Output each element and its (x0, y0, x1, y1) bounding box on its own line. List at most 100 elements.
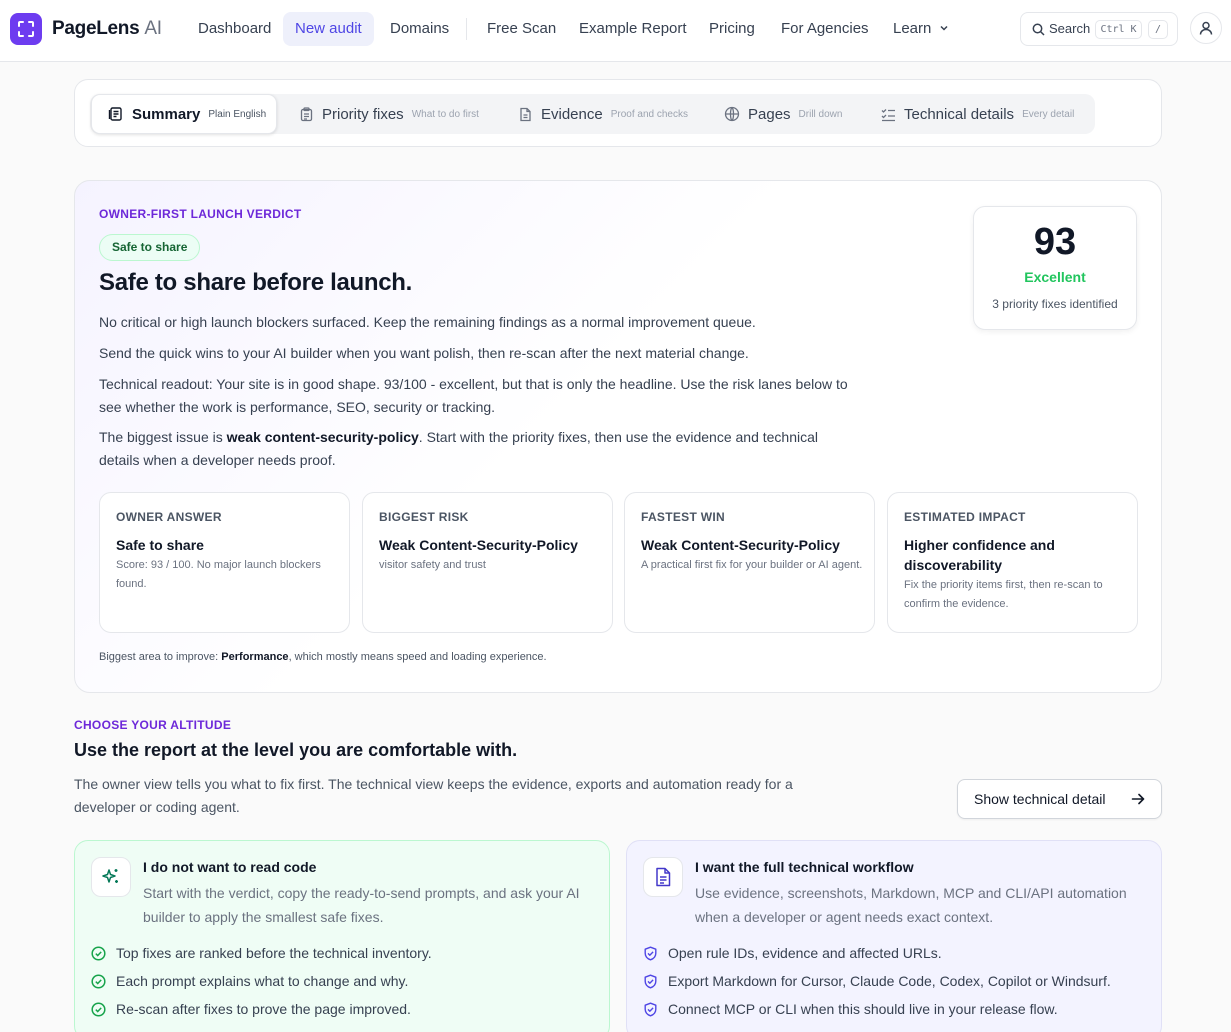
file-icon (520, 107, 531, 121)
tab-priority-fixes[interactable]: Priority fixes What to do first (299, 94, 479, 134)
list-item: Open rule IDs, evidence and affected URL… (643, 945, 942, 961)
area-after: , which mostly means speed and loading e… (288, 651, 547, 663)
tab-technical-details-sub: Every detail (1022, 108, 1075, 120)
brand-suffix: AI (144, 18, 162, 39)
no-code-option-title: I do not want to read code (143, 859, 317, 875)
nav-example-report[interactable]: Example Report (579, 12, 687, 46)
score-value: 93 (1033, 221, 1077, 263)
biggest-risk-eyebrow: BIGGEST RISK (379, 510, 469, 524)
technical-option-title: I want the full technical workflow (695, 859, 914, 875)
nav-new-audit[interactable]: New audit (283, 12, 374, 46)
report-tabs-card: Summary Plain English Priority fixes Wha… (74, 79, 1162, 147)
score-grade: Excellent (1024, 269, 1086, 285)
show-technical-detail-label: Show technical detail (974, 791, 1106, 807)
tab-evidence-label: Evidence (541, 105, 603, 123)
logo-icon[interactable] (10, 13, 42, 45)
summary-icon (108, 107, 122, 121)
search-button[interactable]: Search Ctrl K / (1020, 12, 1178, 46)
fastest-win-title: Weak Content-Security-Policy (641, 537, 840, 553)
owner-answer-text: Score: 93 / 100. No major launch blocker… (116, 559, 321, 590)
brand-name[interactable]: PageLens AI (52, 18, 162, 40)
shield-check-icon (644, 946, 657, 960)
altitude-eyebrow: CHOOSE YOUR ALTITUDE (74, 718, 232, 732)
score-note: 3 priority fixes identified (992, 297, 1118, 311)
nav-pricing[interactable]: Pricing (709, 12, 755, 46)
tab-evidence[interactable]: Evidence Proof and checks (518, 94, 688, 134)
biggest-area-note: Biggest area to improve: Performance, wh… (99, 651, 547, 663)
biggest-issue: weak content-security-policy (226, 429, 419, 445)
estimated-impact-card: ESTIMATED IMPACT Higher confidence and d… (887, 492, 1138, 633)
search-shortcut: Ctrl K (1095, 20, 1142, 39)
no-code-option-card[interactable]: I do not want to read code Start with th… (74, 840, 610, 1032)
nav-divider (466, 18, 467, 40)
chevron-down-icon (940, 25, 948, 31)
no-code-option-desc: Start with the verdict, copy the ready-t… (143, 885, 580, 925)
estimated-impact-eyebrow: ESTIMATED IMPACT (904, 510, 1026, 524)
tab-evidence-sub: Proof and checks (610, 108, 688, 120)
search-icon (1032, 23, 1045, 36)
tab-summary-label: Summary (132, 105, 201, 123)
search-label: Search (1049, 21, 1091, 36)
biggest-risk-card: BIGGEST RISK Weak Content-Security-Polic… (362, 492, 613, 633)
avatar[interactable] (1190, 12, 1222, 44)
list-item-text: Open rule IDs, evidence and affected URL… (668, 945, 942, 961)
status-badge: Safe to share (99, 234, 201, 261)
nav-domains[interactable]: Domains (390, 12, 449, 46)
fastest-win-text: A practical first fix for your builder o… (641, 559, 863, 571)
check-circle-icon (91, 945, 106, 961)
nav-learn-label: Learn (893, 20, 932, 37)
verdict-paragraph-4: The biggest issue is weak content-securi… (99, 426, 859, 472)
tab-pages[interactable]: Pages Drill down (724, 94, 842, 134)
verdict-paragraph-3: Technical readout: Your site is in good … (99, 376, 848, 415)
tab-technical-details-label: Technical details (904, 105, 1015, 123)
area-name: Performance (221, 651, 289, 663)
fastest-win-card: FASTEST WIN Weak Content-Security-Policy… (624, 492, 875, 633)
document-icon (643, 857, 683, 897)
technical-option-card[interactable]: I want the full technical workflow Use e… (626, 840, 1162, 1032)
score-card: 93 Excellent 3 priority fixes identified (973, 206, 1137, 330)
nav-free-scan[interactable]: Free Scan (487, 12, 556, 46)
clipboard-icon (300, 106, 313, 121)
tab-pages-sub: Drill down (798, 108, 843, 120)
fastest-win-eyebrow: FASTEST WIN (641, 510, 725, 524)
show-technical-detail-button[interactable]: Show technical detail (957, 779, 1162, 819)
list-item: Connect MCP or CLI when this should live… (643, 1001, 1058, 1017)
list-check-icon (881, 108, 895, 121)
tab-summary-sub: Plain English (208, 108, 267, 120)
verdict-p4-before: The biggest issue is (99, 429, 227, 445)
nav-dashboard[interactable]: Dashboard (198, 12, 271, 46)
check-circle-icon (91, 1001, 106, 1017)
biggest-risk-title: Weak Content-Security-Policy (379, 537, 578, 553)
launch-verdict-card: OWNER-FIRST LAUNCH VERDICT Safe to share… (74, 180, 1162, 693)
tab-technical-details[interactable]: Technical details Every detail (881, 94, 1074, 134)
report-tabs: Summary Plain English Priority fixes Wha… (90, 94, 1095, 134)
sparkles-icon (91, 857, 131, 897)
nav-learn[interactable]: Learn (893, 12, 949, 46)
list-item-text: Connect MCP or CLI when this should live… (668, 1001, 1058, 1017)
user-icon (1199, 21, 1213, 35)
list-item: Each prompt explains what to change and … (91, 973, 408, 989)
estimated-impact-text: Fix the priority items first, then re-sc… (904, 579, 1103, 610)
shield-check-icon (644, 974, 657, 988)
tab-summary[interactable]: Summary Plain English (91, 94, 277, 134)
list-item-text: Each prompt explains what to change and … (116, 973, 409, 989)
nav-for-agencies[interactable]: For Agencies (781, 12, 869, 46)
shield-check-icon (644, 1002, 657, 1016)
list-item-text: Top fixes are ranked before the technica… (116, 945, 432, 961)
verdict-paragraph-1: No critical or high launch blockers surf… (99, 314, 756, 330)
top-navbar: PageLens AI Dashboard New audit Domains … (0, 0, 1231, 62)
list-item-text: Re-scan after fixes to prove the page im… (116, 1001, 411, 1017)
list-item-text: Export Markdown for Cursor, Claude Code,… (668, 973, 1111, 989)
globe-icon (724, 106, 740, 122)
verdict-eyebrow: OWNER-FIRST LAUNCH VERDICT (99, 207, 302, 221)
check-circle-icon (91, 973, 106, 989)
verdict-title: Safe to share before launch. (99, 269, 413, 296)
list-item: Top fixes are ranked before the technica… (91, 945, 432, 961)
search-slash-key: / (1148, 20, 1168, 39)
biggest-risk-text: visitor safety and trust (379, 559, 486, 571)
tab-priority-fixes-sub: What to do first (411, 108, 479, 120)
altitude-description: The owner view tells you what to fix fir… (74, 776, 793, 815)
owner-answer-card: OWNER ANSWER Safe to share Score: 93 / 1… (99, 492, 350, 633)
altitude-title: Use the report at the level you are comf… (74, 740, 518, 760)
technical-option-desc: Use evidence, screenshots, Markdown, MCP… (695, 885, 1127, 925)
